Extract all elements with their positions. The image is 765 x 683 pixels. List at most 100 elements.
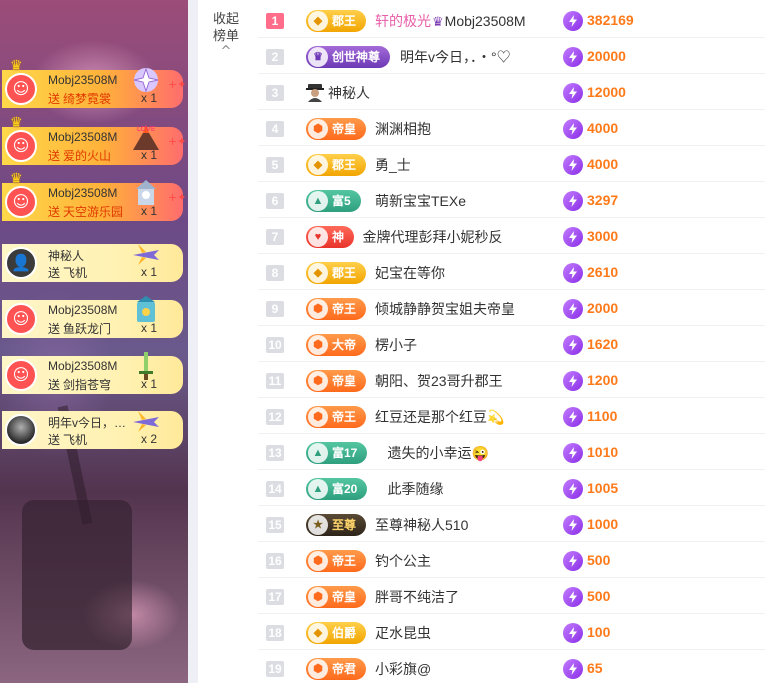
lightning-icon [563, 119, 583, 139]
ranking-user-name[interactable]: 此季随缘 [388, 479, 444, 499]
ranking-row[interactable]: 4 ⬢ 帝皇 渊渊相抱 4000 [258, 110, 765, 146]
contribution-score: 382169 [587, 12, 634, 28]
ranking-row[interactable]: 16 ⬢ 帝王 钓个公主 500 [258, 542, 765, 578]
ranking-user-name[interactable]: 小彩旗@ [375, 659, 431, 679]
gift-sender-name[interactable]: Mobj23508M [48, 359, 117, 373]
crown-icon: ♛ [10, 171, 23, 187]
user-avatar[interactable]: ☺ [5, 130, 37, 162]
ranking-user-name[interactable]: 神秘人 [328, 83, 370, 103]
contribution-score: 1100 [587, 408, 618, 424]
ranking-user-name[interactable]: 明年v今日，．・°♡ [400, 47, 511, 67]
lightning-icon [563, 299, 583, 319]
user-name-text: 倾城静静贺宝姐夫帝皇 [375, 301, 515, 317]
user-avatar[interactable]: 👤 [5, 247, 37, 279]
ranking-row[interactable]: 15 ★ 至尊 至尊神秘人510 1000 [258, 506, 765, 542]
gift-description: 送鱼跃龙门 [48, 320, 111, 337]
ranking-user-name[interactable]: 倾城静静贺宝姐夫帝皇 [375, 299, 515, 319]
gift-verb: 送 [48, 266, 61, 280]
ranking-user-name[interactable]: 渊渊相抱 [375, 119, 431, 139]
rank-number: 12 [266, 409, 284, 425]
badge-emblem-icon: ◆ [308, 155, 328, 175]
gift-sender-name[interactable]: Mobj23508M [48, 186, 117, 200]
user-name-text: 疋水昆虫 [375, 625, 431, 641]
ranking-user-name[interactable]: 朝阳、贺23哥升郡王 [375, 371, 503, 391]
lightning-icon [563, 11, 583, 31]
ranking-user-name[interactable]: 萌新宝宝TEXe [375, 191, 466, 211]
rank-level-badge: ◆ 郡王 [306, 262, 367, 284]
user-name-text: 楞小子 [375, 337, 417, 353]
gift-message: ☺ ♛ Mobj23508M 送天空游乐园 x 1 +✦ [2, 171, 186, 221]
ranking-row[interactable]: 18 ◆ 伯爵 疋水昆虫 100 [258, 614, 765, 650]
rank-level-badge: ⬢ 大帝 [306, 334, 367, 356]
gift-description: 送飞机 [48, 264, 87, 281]
gift-verb: 送 [48, 92, 61, 106]
gift-sender-name[interactable]: Mobj23508M [48, 303, 117, 317]
badge-label: 神 [332, 230, 345, 244]
ranking-user-name[interactable]: 至尊神秘人510 [375, 515, 468, 535]
user-name-text: 红豆还是那个红豆💫 [375, 409, 505, 425]
ranking-row[interactable]: 12 ⬢ 帝王 红豆还是那个红豆💫 1100 [258, 398, 765, 434]
user-avatar[interactable]: ☺ [5, 73, 37, 105]
ranking-row[interactable]: 7 ♥ 神金牌代理彭拜小妮秒反 3000 [258, 218, 765, 254]
rank-number: 16 [266, 553, 284, 569]
badge-label: 富5 [332, 194, 351, 208]
user-name-text: 勇_士 [375, 157, 411, 173]
user-name-text: 胖哥不纯洁了 [375, 589, 459, 605]
ranking-user-name[interactable]: 疋水昆虫 [375, 623, 431, 643]
ranking-user-name[interactable]: 红豆还是那个红豆💫 [375, 407, 504, 427]
ranking-row[interactable]: 14 ▲ 富20 此季随缘 1005 [258, 470, 765, 506]
badge-emblem-icon: ⬢ [308, 407, 328, 427]
ranking-row[interactable]: 3 神秘人 12000 [258, 74, 765, 110]
ranking-row[interactable]: 17 ⬢ 帝皇 胖哥不纯洁了 500 [258, 578, 765, 614]
gift-count: x 1 [141, 91, 158, 105]
ranking-row[interactable]: 13 ▲ 富17 遗失的小幸运😜 1010 [258, 434, 765, 470]
rank-number: 7 [266, 229, 284, 245]
user-name-text: 渊渊相抱 [375, 121, 431, 137]
gift-sender-name[interactable]: 神秘人 [48, 247, 84, 264]
user-avatar[interactable]: ☺ [5, 186, 37, 218]
badge-emblem-icon: ◆ [308, 263, 328, 283]
ranking-row[interactable]: 19 ⬢ 帝君 小彩旗@ 65 [258, 650, 765, 683]
gift-verb: 送 [48, 205, 61, 219]
rank-level-badge: ⬢ 帝王 [306, 298, 367, 320]
badge-emblem-icon: ▲ [308, 443, 328, 463]
badge-label: 富17 [332, 446, 358, 460]
rank-level-badge: ♛ 创世神尊 [306, 46, 391, 68]
ranking-user-name[interactable]: 楞小子 [375, 335, 417, 355]
ranking-user-name[interactable]: 勇_士 [375, 155, 411, 175]
gift-sender-name[interactable]: Mobj23508M [48, 73, 117, 87]
ranking-user-name[interactable]: 妃宝在等你 [375, 263, 445, 283]
user-name-text: 神秘人 [328, 85, 370, 101]
gift-sender-name[interactable]: 明年v今日，… [48, 414, 126, 431]
rank-number: 4 [266, 121, 284, 137]
ranking-row[interactable]: 9 ⬢ 帝王 倾城静静贺宝姐夫帝皇 2000 [258, 290, 765, 326]
gift-verb: 送 [48, 433, 61, 447]
rank-level-badge: ⬢ 帝王 [306, 406, 367, 428]
ranking-row[interactable]: 5 ◆ 郡王 勇_士 4000 [258, 146, 765, 182]
user-avatar[interactable]: ☺ [5, 303, 37, 335]
ranking-row[interactable]: 10 ⬢ 大帝 楞小子 1620 [258, 326, 765, 362]
ranking-row[interactable]: 1 ◆ 郡王 轩的极光♛Mobj23508M 382169 [258, 2, 765, 38]
rank-level-badge: ⬢ 帝王 [306, 550, 367, 572]
ranking-user-name[interactable]: 钓个公主 [375, 551, 431, 571]
lightning-icon [563, 47, 583, 67]
sparkle-icon: +✦ [168, 78, 187, 91]
user-avatar[interactable] [5, 414, 37, 446]
ranking-row[interactable]: 6 ▲ 富5 萌新宝宝TEXe 3297 [258, 182, 765, 218]
ranking-user-name[interactable]: 金牌代理彭拜小妮秒反 [363, 227, 503, 247]
ranking-user-name[interactable]: 轩的极光♛Mobj23508M [375, 11, 526, 31]
collapse-ranking-button[interactable]: 收起 榜单 ^ [205, 10, 247, 58]
user-avatar[interactable]: ☺ [5, 359, 37, 391]
badge-emblem-icon: ♥ [308, 227, 328, 247]
ranking-row[interactable]: 2 ♛ 创世神尊 明年v今日，．・°♡ 20000 [258, 38, 765, 74]
user-name-text: 轩的极光 [375, 13, 431, 29]
ranking-user-name[interactable]: 遗失的小幸运😜 [388, 443, 489, 463]
crown-icon: ♛ [10, 115, 23, 131]
rank-number: 18 [266, 625, 284, 641]
ranking-row[interactable]: 11 ⬢ 帝皇 朝阳、贺23哥升郡王 1200 [258, 362, 765, 398]
badge-label: 至尊 [332, 518, 357, 532]
rank-number: 3 [266, 85, 284, 101]
ranking-user-name[interactable]: 胖哥不纯洁了 [375, 587, 459, 607]
gift-sender-name[interactable]: Mobj23508M [48, 130, 117, 144]
ranking-row[interactable]: 8 ◆ 郡王 妃宝在等你 2610 [258, 254, 765, 290]
